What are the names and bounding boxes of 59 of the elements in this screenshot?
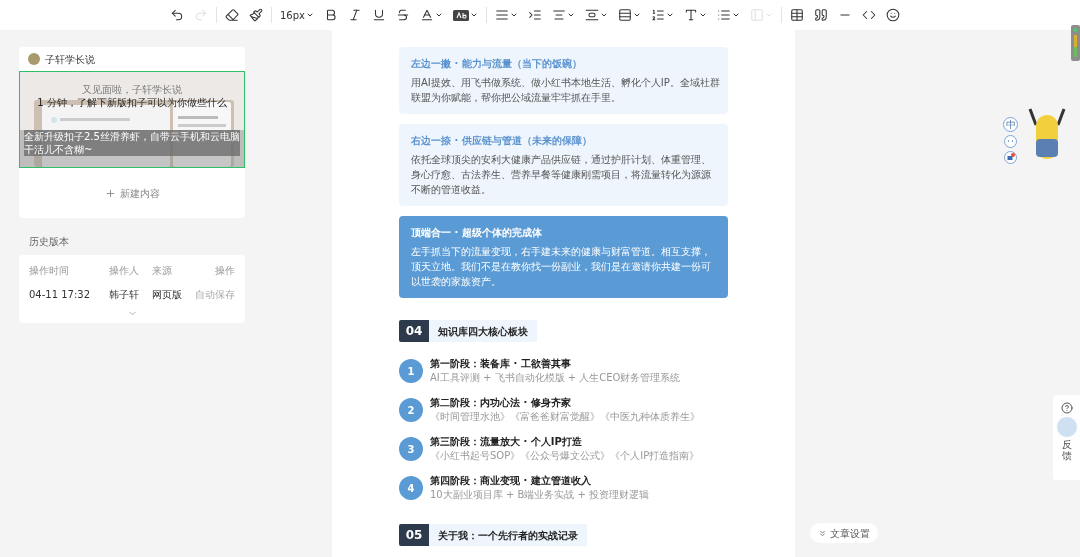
article-settings-button[interactable]: 文章设置 <box>810 523 878 543</box>
feedback-label: 反馈 <box>1061 439 1072 461</box>
float-button[interactable]: 中 <box>1003 117 1018 132</box>
step-title: 第四阶段：商业变现 · 建立管道收入 <box>430 474 592 488</box>
column-header: 操作 <box>215 264 235 278</box>
history-title: 历史版本 <box>29 235 70 249</box>
caret-icon <box>633 11 641 19</box>
table-cell-text: 04-11 17:32 <box>29 288 92 302</box>
card-title: 右边一捺 · 供应链与管道（未来的保障） <box>411 134 593 148</box>
caret-icon <box>600 11 608 19</box>
card-body: 依托全球顶尖的安利大健康产品供应链，通过护肝计划、体重管理、身心疗愈、古法养生、营养早餐等健康刚需项目，将流量转化为源源不断的管道收益。 <box>411 153 712 197</box>
caret-icon <box>470 11 478 19</box>
cover-thumbnail[interactable]: 又见面啦，子轩学长说 1 分钟，了解下新版扣子可以为你做些什么 全新升级扣子2.5丝滑养虾，自带云手机和云电脑干活儿不含糊~ <box>19 71 245 168</box>
gauge-icon <box>1071 25 1080 61</box>
step-title: 第二阶段：内功心法 · 修身齐家 <box>430 396 572 410</box>
step-number: 1 <box>399 359 423 383</box>
column-header: 来源 <box>152 264 173 278</box>
section-title: 关于我：一个先行者的实战记录 <box>429 524 587 546</box>
caret-icon <box>765 11 773 19</box>
cover-headline: 1 分钟，了解下新版扣子可以为你做些什么 <box>37 96 227 109</box>
caret-icon <box>732 11 740 19</box>
cover-subtitle: 又见面啦，子轩学长说 <box>82 83 182 96</box>
cover-caption: 全新升级扣子2.5丝滑养虾，自带云手机和云电脑干活儿不含糊~ <box>24 130 240 156</box>
caret-icon <box>567 11 575 19</box>
toolbar-button[interactable]: 16px <box>275 4 319 26</box>
table-cell-text: 自动保存 <box>195 288 235 302</box>
section-title: 知识库四大核心板块 <box>429 320 537 342</box>
column-header: 操作时间 <box>29 264 70 278</box>
caret-icon <box>699 11 707 19</box>
avatar <box>28 53 40 65</box>
column-header: 操作人 <box>109 264 140 278</box>
account-name: 子轩学长说 <box>45 52 95 67</box>
step-detail: AI工具评测 + 飞书自动化模版 + 人生CEO财务管理系统 <box>430 371 681 385</box>
caret-icon <box>306 11 314 19</box>
step-detail: 10大副业项目库 + B端业务实战 + 投资理财逻辑 <box>430 488 650 502</box>
section-number: 05 <box>399 524 429 546</box>
step-detail: 《小红书起号SOP》《公众号爆文公式》《个人IP打造指南》 <box>430 449 700 463</box>
step-title: 第三阶段：流量放大 · 个人IP打造 <box>430 435 583 449</box>
step-number: 2 <box>399 398 423 422</box>
section-number: 04 <box>399 320 429 342</box>
step-number: 3 <box>399 437 423 461</box>
step-title: 第一阶段：装备库 · 工欲善其事 <box>430 357 572 371</box>
step-detail: 《时间管理水池》《富爸爸财富觉醒》《中医九种体质养生》 <box>430 410 700 424</box>
help-icon[interactable] <box>1060 402 1073 414</box>
avatar <box>1055 416 1078 438</box>
new-content-button[interactable]: 新建内容 <box>19 168 245 218</box>
caret-icon <box>510 11 518 19</box>
card-body: 左手抓当下的流量变现，右手建未来的健康与财富管道。相互支撑，顶天立地。我们不是在教你找一份副业，我们是在邀请你共建一份可以世袭的家族资产。 <box>411 245 712 289</box>
table-cell-text: 网页版 <box>152 288 183 302</box>
card-title: 顶端合一 · 超级个体的完成体 <box>411 226 543 240</box>
step-number: 4 <box>399 476 423 500</box>
table-cell-text: 韩子轩 <box>109 288 140 302</box>
caret-icon <box>435 11 443 19</box>
plus-icon <box>104 187 116 199</box>
card-body: 用AI提效、用飞书做系统、做小红书本地生活、孵化个人IP。全域社群联盟为你赋能，帮你把公域流量牢牢抓在手里。 <box>411 76 720 105</box>
double-chevron-icon <box>818 528 827 538</box>
card-title: 左边一撇 · 能力与流量（当下的饭碗） <box>411 57 583 71</box>
feedback-panel[interactable]: 反馈 <box>1053 395 1080 480</box>
caret-icon <box>666 11 674 19</box>
